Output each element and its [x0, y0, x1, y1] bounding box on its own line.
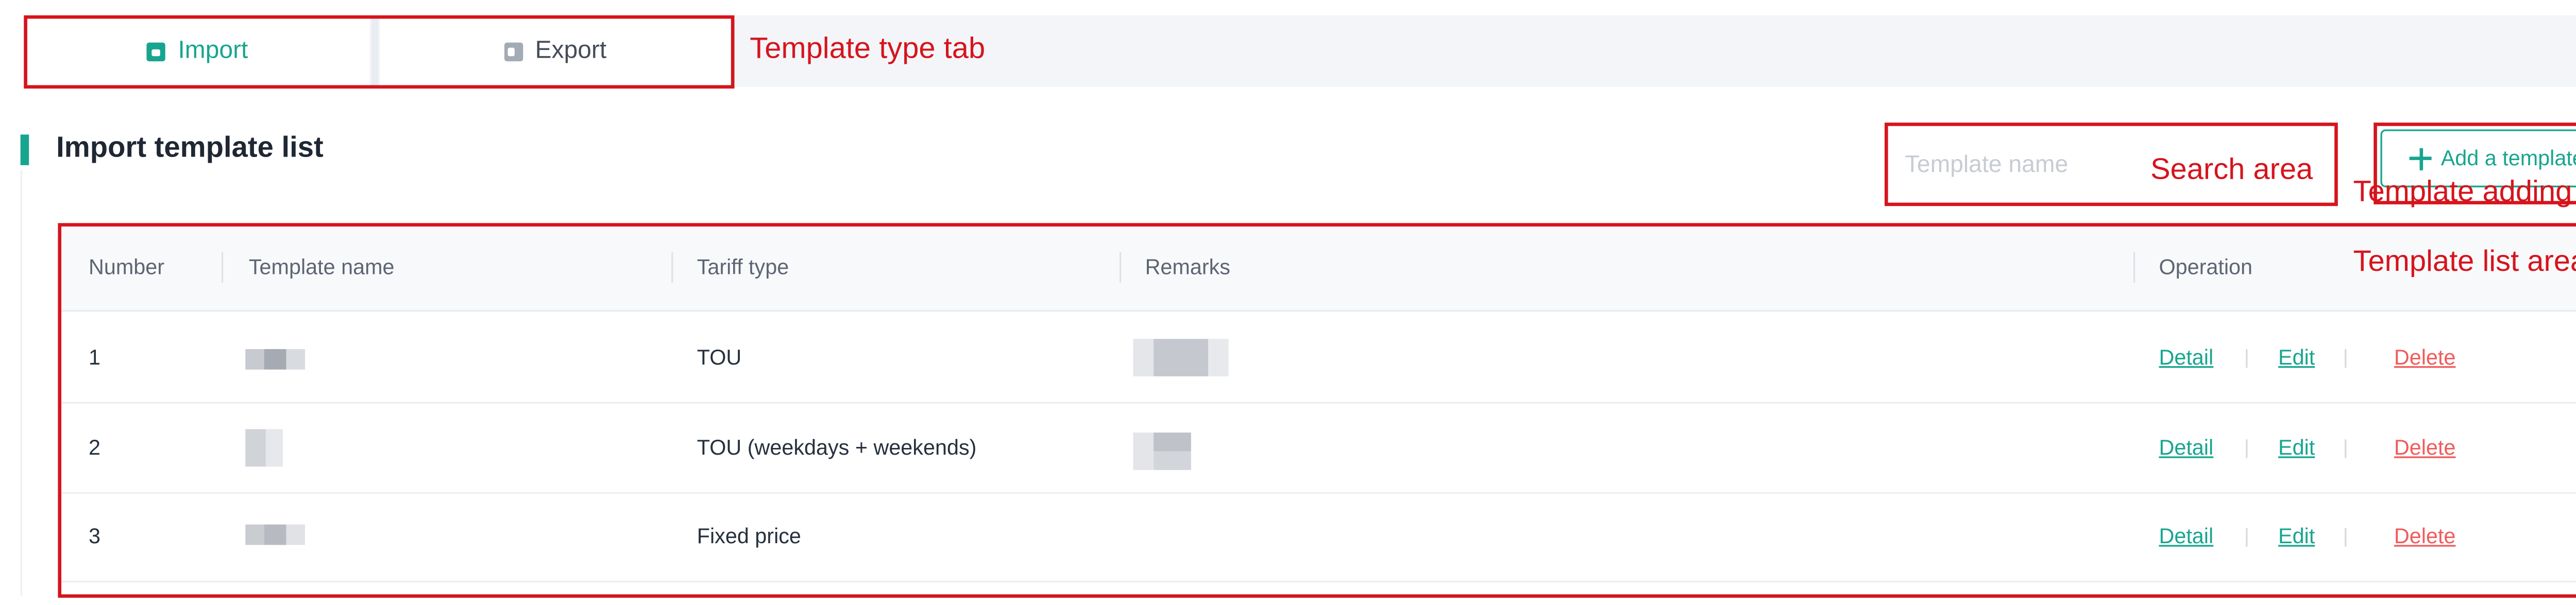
- search-annotation-label: Search area: [2150, 151, 2313, 186]
- section-accent-bar: [20, 134, 29, 165]
- tabs-annotation-label: Template type tab: [750, 30, 986, 65]
- section-title: Import template list: [56, 131, 324, 164]
- list-annotation-label: Template list area: [2353, 243, 2576, 278]
- tabs-annotation-box: [24, 15, 735, 89]
- content-left-border: [20, 170, 22, 596]
- page: Import Export Import template list Add a…: [0, 0, 2576, 605]
- add-annotation-label: Template adding area: [2353, 174, 2576, 208]
- list-annotation-box: [58, 223, 2576, 598]
